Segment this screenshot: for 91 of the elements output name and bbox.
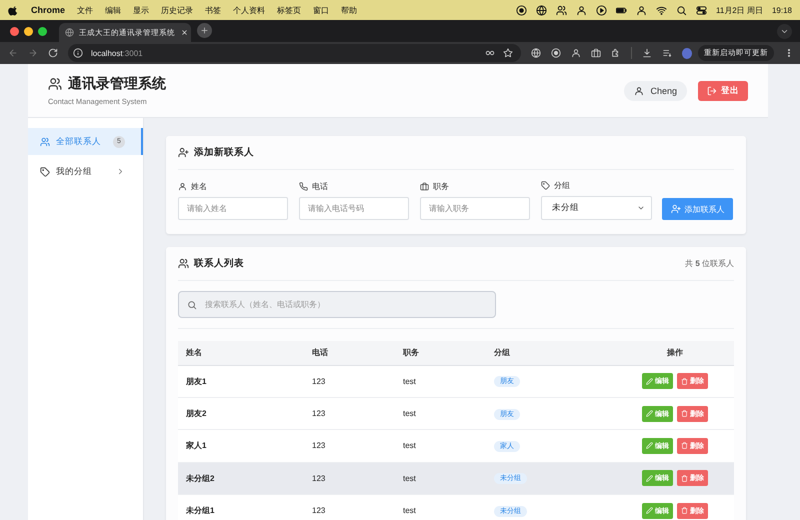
column-header: 分组 — [486, 341, 616, 365]
tab-list-button[interactable] — [777, 24, 792, 38]
users-icon — [178, 258, 189, 269]
users-icon — [48, 77, 62, 91]
card-title: 联系人列表 — [194, 257, 244, 270]
users-icon — [40, 136, 50, 146]
table-cell: 123 — [304, 494, 395, 520]
menu-item[interactable]: 个人资料 — [233, 4, 266, 16]
menu-item[interactable]: 编辑 — [105, 4, 122, 16]
input-field[interactable]: 请输入职务 — [420, 197, 530, 220]
menu-item[interactable]: 标签页 — [277, 4, 302, 16]
pencil-icon — [646, 410, 653, 418]
menu-item[interactable]: 文件 — [77, 4, 94, 16]
pencil-icon — [646, 474, 653, 482]
profile-avatar[interactable] — [682, 48, 692, 58]
phone-icon — [299, 182, 308, 191]
address-bar[interactable]: localhost:3001 — [68, 44, 521, 62]
tag-icon — [40, 166, 50, 176]
puzzle-icon[interactable] — [610, 48, 621, 58]
field-label: 姓名 — [191, 181, 207, 192]
column-header: 姓名 — [178, 341, 304, 365]
user-button[interactable]: Cheng — [624, 80, 687, 100]
search-icon — [187, 300, 197, 310]
trash-icon — [681, 507, 688, 514]
field-label: 电话 — [312, 181, 328, 192]
menu-time[interactable]: 19:18 — [772, 6, 792, 14]
close-light[interactable] — [10, 26, 19, 36]
menu-date[interactable]: 11月2日 周日 — [716, 4, 763, 16]
card-title: 添加新联系人 — [194, 146, 254, 159]
reading-list-icon[interactable] — [662, 48, 672, 58]
chevron-right-icon — [116, 167, 125, 176]
user-plus-icon — [670, 204, 680, 214]
minimize-light[interactable] — [24, 26, 33, 36]
reload-icon[interactable] — [48, 48, 58, 58]
download-icon[interactable] — [642, 48, 652, 58]
trash-icon — [681, 442, 688, 450]
menu-item[interactable]: Chrome — [31, 5, 66, 15]
zoom-light[interactable] — [38, 26, 47, 36]
plus-icon — [200, 26, 209, 34]
input-field[interactable]: 请输入电话号码 — [299, 197, 409, 220]
table-cell: test — [395, 365, 486, 398]
pencil-icon — [646, 378, 653, 385]
user-icon — [634, 86, 644, 96]
contact-count: 共 5 位联系人 — [685, 258, 734, 269]
sidebar-item[interactable]: 我的分组 — [28, 158, 143, 185]
globe-icon — [65, 28, 74, 37]
table-cell: 朋友1 — [178, 365, 304, 398]
column-header: 职务 — [395, 341, 486, 365]
menu-item[interactable]: 书签 — [205, 4, 222, 16]
table-cell: 123 — [304, 430, 395, 462]
apple-logo-icon[interactable] — [8, 4, 19, 16]
user-icon — [178, 182, 187, 191]
record-icon[interactable] — [516, 4, 527, 16]
search-icon[interactable] — [676, 4, 687, 16]
group-select[interactable]: 未分组 — [541, 196, 652, 220]
new-tab-button[interactable] — [197, 22, 212, 38]
control-center-icon[interactable] — [696, 4, 707, 16]
url-text: localhost:3001 — [91, 48, 143, 58]
pencil-icon — [646, 442, 653, 450]
star-icon[interactable] — [502, 48, 513, 58]
chevron-down-icon — [637, 204, 645, 212]
trash-icon — [681, 410, 688, 418]
user-plus-icon — [178, 147, 189, 158]
column-header: 电话 — [304, 341, 395, 365]
info-icon — [73, 48, 83, 58]
play-icon[interactable] — [596, 4, 607, 16]
back-icon[interactable] — [8, 48, 18, 58]
trash-icon — [681, 474, 688, 482]
pencil-icon — [646, 507, 653, 514]
tag-icon — [541, 181, 550, 190]
column-header: 操作 — [616, 341, 734, 365]
user-icon[interactable] — [636, 4, 647, 16]
briefcase-icon — [420, 182, 429, 191]
menu-item[interactable]: 显示 — [133, 4, 150, 16]
table-cell: test — [395, 430, 486, 462]
logout-icon — [707, 86, 717, 96]
table-cell: 123 — [304, 365, 395, 398]
field-label: 职务 — [433, 181, 449, 192]
menu-item[interactable]: 历史记录 — [161, 4, 194, 16]
search-field[interactable]: 搜索联系人（姓名、电话或职务） — [178, 291, 496, 318]
app-title: 通讯录管理系统 — [68, 75, 166, 93]
table-cell: 家人1 — [178, 430, 304, 462]
menu-item[interactable]: 帮助 — [341, 4, 358, 16]
menu-item[interactable]: 窗口 — [313, 4, 330, 16]
trash-icon — [681, 378, 688, 385]
wifi-icon[interactable] — [656, 4, 667, 16]
table-cell: 未分组1 — [178, 494, 304, 520]
input-field[interactable]: 请输入姓名 — [178, 197, 288, 220]
forward-icon[interactable] — [28, 48, 38, 58]
field-label: 分组 — [554, 180, 570, 191]
table-cell: test — [395, 494, 486, 520]
